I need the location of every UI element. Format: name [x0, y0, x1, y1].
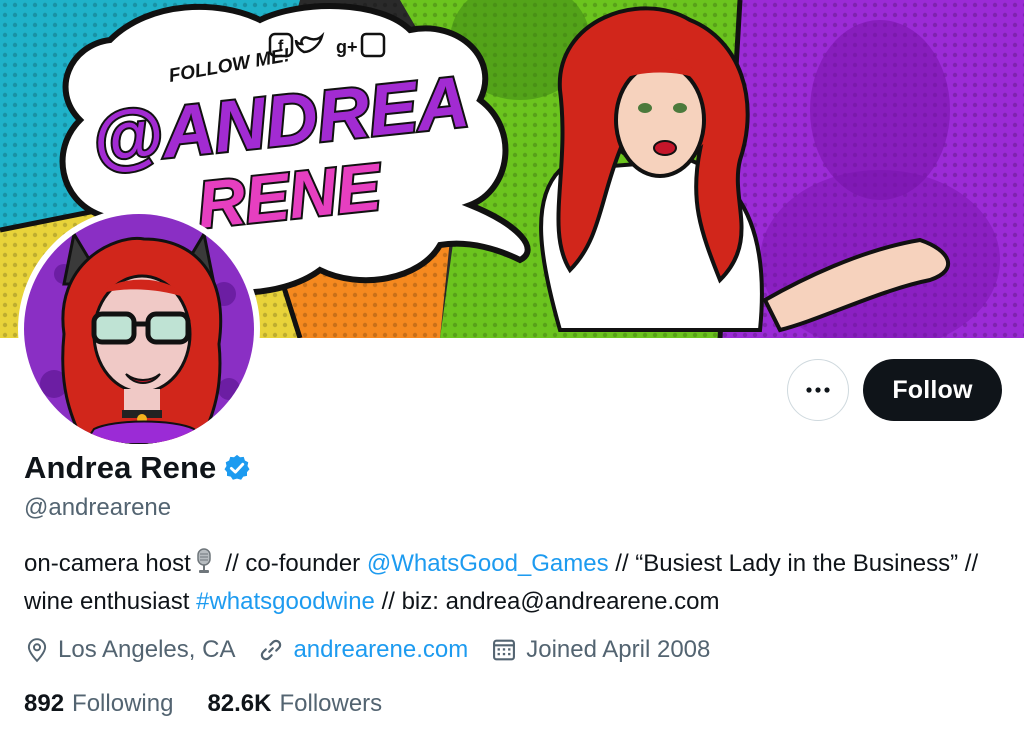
following-count: 892 — [24, 690, 65, 717]
following-label: Following — [72, 690, 174, 717]
more-dots-icon — [806, 387, 830, 393]
location-item: Los Angeles, CA — [24, 636, 235, 664]
website-link[interactable]: andrearene.com — [293, 636, 468, 664]
calendar-icon — [493, 639, 516, 661]
profile-stats: 892 Following 82.6K Followers — [24, 690, 416, 718]
website-item[interactable]: andrearene.com — [257, 636, 468, 664]
more-options-button[interactable] — [787, 359, 849, 421]
link-icon — [261, 639, 282, 661]
profile-bio: on-camera host // co-founder @WhatsGood_… — [24, 546, 984, 619]
svg-text:g+: g+ — [336, 37, 358, 57]
following-stat[interactable]: 892 Following — [24, 690, 173, 718]
bio-hashtag-link[interactable]: #whatsgoodwine — [196, 588, 375, 615]
profile-handle: @andrearene — [24, 494, 172, 521]
bio-text-2: // co-founder — [218, 550, 367, 577]
followers-count: 82.6K — [207, 690, 272, 717]
location-text: Los Angeles, CA — [58, 636, 236, 663]
bio-text-1: on-camera host — [24, 550, 191, 577]
profile-avatar[interactable] — [18, 208, 260, 450]
verified-badge-icon[interactable] — [222, 453, 252, 483]
followers-label: Followers — [279, 690, 383, 717]
joined-item: Joined April 2008 — [490, 636, 710, 664]
microphone-icon — [193, 548, 215, 584]
profile-meta: Los Angeles, CA andrearene.com Joined Ap… — [24, 636, 732, 664]
bio-text-4: // biz: andrea@andrearene.com — [374, 588, 720, 615]
follow-button[interactable]: Follow — [863, 359, 1002, 421]
location-pin-icon — [27, 638, 47, 663]
bio-mention-link[interactable]: @WhatsGood_Games — [367, 550, 609, 577]
display-name: Andrea Rene — [24, 450, 217, 485]
followers-stat[interactable]: 82.6K Followers — [207, 690, 382, 718]
avatar-image — [24, 214, 254, 444]
joined-text: Joined April 2008 — [526, 636, 711, 663]
profile-name-row: Andrea Rene — [24, 450, 252, 486]
